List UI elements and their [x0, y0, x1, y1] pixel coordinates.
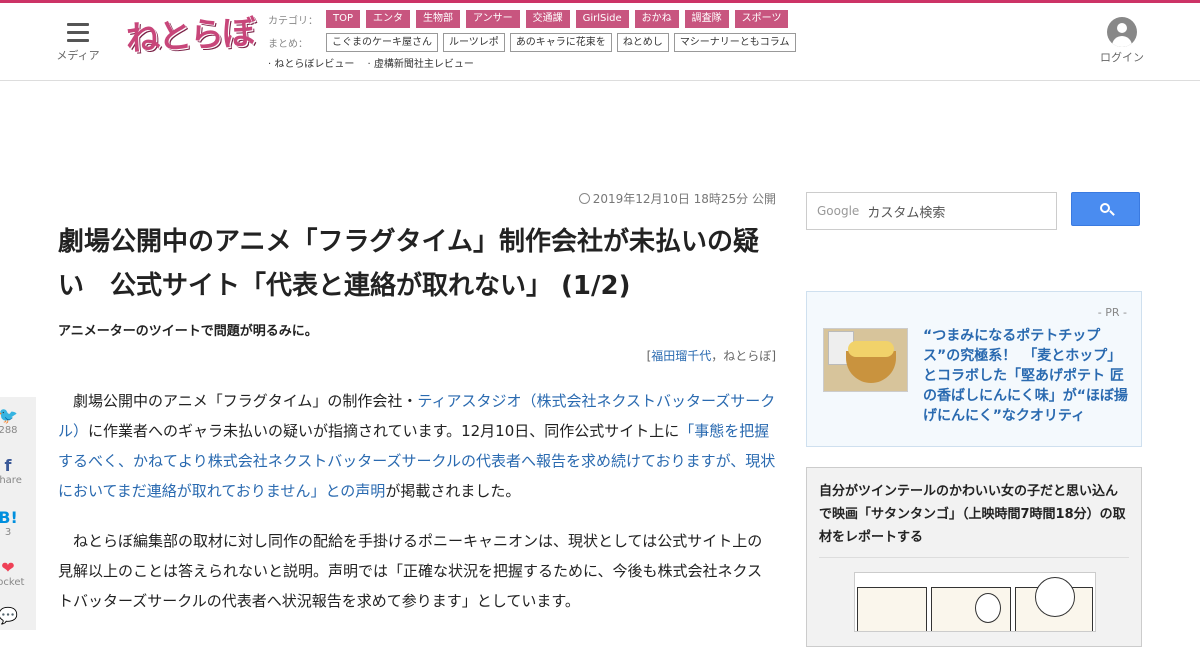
- hamburger-icon: [67, 23, 89, 42]
- login-label: ログイン: [1100, 51, 1144, 64]
- category-nav: カテゴリ： TOP エンタ 生物部 アンサー 交通課 GirlSide おかね …: [268, 9, 801, 70]
- category-label: カテゴリ：: [268, 15, 318, 27]
- matome-tag[interactable]: マシーナリーともコラム: [673, 32, 796, 52]
- category-tag-chousa[interactable]: 調査隊: [684, 10, 729, 28]
- twitter-share-button[interactable]: 🐦 288: [0, 406, 26, 437]
- paragraph-text: が掲載されました。: [385, 482, 521, 500]
- review-link[interactable]: · 虚構新聞社主レビュー: [368, 59, 474, 70]
- pr-label: - PR -: [1097, 306, 1127, 319]
- category-tag-top[interactable]: TOP: [326, 10, 361, 28]
- search-input[interactable]: Google カスタム検索: [806, 192, 1057, 230]
- byline-separator: ，: [711, 349, 724, 363]
- media-menu-label: メディア: [56, 49, 100, 62]
- matome-tag[interactable]: ねとめし: [616, 32, 669, 52]
- paragraph-text: に作業者へのギャラ未払いの疑いが指摘されています。12月10日、同作公式サイト上…: [88, 422, 680, 440]
- review-links: · ねとらぼレビュー · 虚構新聞社主レビュー: [268, 55, 801, 70]
- facebook-share-button[interactable]: f share: [0, 456, 26, 487]
- sidebar: Google カスタム検索 - PR - “つまみになるポテトチップス”の究極系…: [806, 192, 1142, 647]
- share-count: 288: [0, 425, 18, 436]
- share-bar: 🐦 288 f share B! 3 ❤ Pocket 💬: [0, 397, 36, 630]
- comment-button[interactable]: 💬: [0, 607, 26, 625]
- site-logo[interactable]: ねとらぼ: [125, 12, 255, 61]
- category-tag-koutsu[interactable]: 交通課: [525, 10, 570, 28]
- article-lead: アニメーターのツイートで問題が明るみに。: [58, 324, 318, 339]
- related-article-title[interactable]: 自分がツインテールのかわいい女の子だと思い込んで映画「サタンタンゴ」（上映時間7…: [819, 480, 1129, 549]
- matome-tag[interactable]: ルーツレポ: [443, 32, 505, 52]
- media-menu-button[interactable]: メディア: [52, 23, 104, 63]
- pr-link[interactable]: “つまみになるポテトチップス”の究極系！ 「麦とホップ」とコラボした「堅あげポテ…: [923, 326, 1131, 426]
- login-button[interactable]: ログイン: [1100, 17, 1144, 65]
- google-brand: Google: [817, 204, 860, 218]
- facebook-icon: f: [4, 456, 12, 475]
- category-tag-seibutsu[interactable]: 生物部: [416, 10, 461, 28]
- paragraph: ねとらぼ編集部の取材に対し同作の配給を手掛けるポニーキャニオンは、現状としては公…: [58, 532, 763, 610]
- share-count: share: [0, 475, 22, 486]
- share-count: Pocket: [0, 577, 25, 588]
- category-tag-answer[interactable]: アンサー: [466, 10, 520, 28]
- hatena-bookmark-button[interactable]: B! 3: [0, 508, 26, 539]
- pr-box: - PR - “つまみになるポテトチップス”の究極系！ 「麦とホップ」とコラボし…: [806, 291, 1142, 447]
- pocket-button[interactable]: ❤ Pocket: [0, 558, 26, 589]
- byline: [福田瑠千代，ねとらぼ]: [58, 347, 776, 364]
- category-tag-okane[interactable]: おかね: [634, 10, 679, 28]
- matome-tag[interactable]: あのキャラに花束を: [509, 32, 612, 52]
- paragraph-text: 劇場公開中のアニメ「フラグタイム」の制作会社・: [73, 392, 418, 410]
- article-body: 劇場公開中のアニメ「フラグタイム」の制作会社・ティアスタジオ（株式会社ネクストバ…: [58, 386, 776, 616]
- publish-date: 2019年12月10日 18時25分 公開: [58, 190, 776, 210]
- share-count: 3: [4, 527, 12, 538]
- matome-label: まとめ：: [268, 38, 308, 50]
- twitter-icon: 🐦: [0, 406, 18, 425]
- related-article-box: 自分がツインテールのかわいい女の子だと思い込んで映画「サタンタンゴ」（上映時間7…: [806, 467, 1142, 647]
- category-tag-girlside[interactable]: GirlSide: [575, 10, 629, 28]
- publish-date-text: 2019年12月10日 18時25分 公開: [592, 192, 776, 206]
- article: 2019年12月10日 18時25分 公開 劇場公開中のアニメ「フラグタイム」制…: [58, 190, 776, 616]
- hatena-icon: B!: [0, 508, 18, 527]
- paragraph: 劇場公開中のアニメ「フラグタイム」の制作会社・ティアスタジオ（株式会社ネクストバ…: [58, 386, 776, 506]
- site-header: メディア ねとらぼ カテゴリ： TOP エンタ 生物部 アンサー 交通課 Gir…: [0, 3, 1200, 81]
- author-link[interactable]: 福田瑠千代: [651, 349, 711, 363]
- category-tag-enta[interactable]: エンタ: [366, 10, 411, 28]
- related-article-image[interactable]: [854, 572, 1096, 632]
- article-title: 劇場公開中のアニメ「フラグタイム」制作会社が未払いの疑い 公式サイト「代表と連絡…: [58, 227, 759, 301]
- pocket-icon: ❤: [1, 558, 15, 577]
- clock-icon: [578, 193, 590, 204]
- divider: [819, 557, 1129, 558]
- pr-thumbnail[interactable]: [823, 328, 908, 392]
- publication-name: ねとらぼ: [723, 349, 772, 363]
- search-placeholder: カスタム検索: [867, 205, 946, 221]
- category-tag-sports[interactable]: スポーツ: [734, 10, 789, 28]
- comment-icon: 💬: [0, 606, 18, 625]
- custom-search: Google カスタム検索: [806, 192, 1142, 232]
- byline-bracket: ]: [771, 349, 776, 363]
- matome-tag[interactable]: こぐまのケーキ屋さん: [326, 32, 438, 52]
- user-icon: [1107, 17, 1137, 47]
- search-button[interactable]: [1071, 192, 1140, 226]
- review-link[interactable]: · ねとらぼレビュー: [268, 59, 354, 70]
